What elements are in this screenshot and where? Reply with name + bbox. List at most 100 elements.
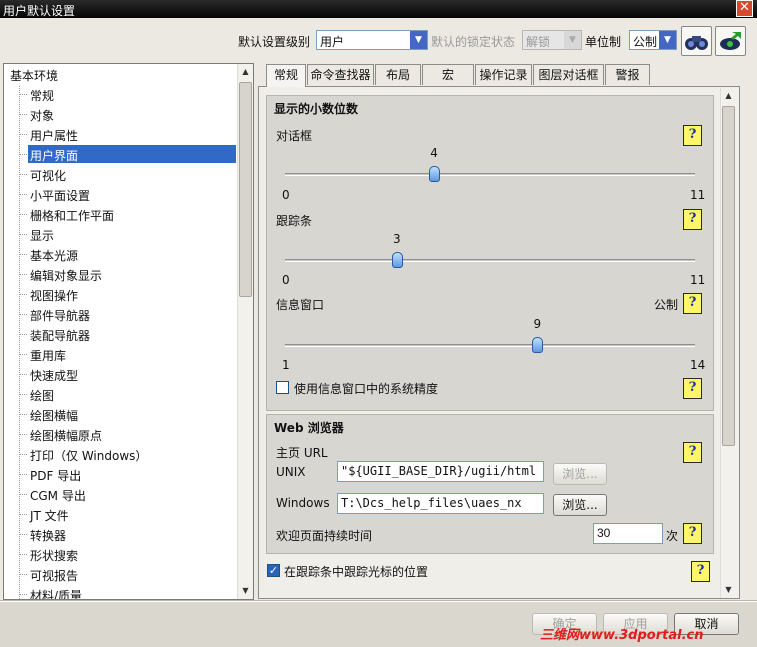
slider-value: 4 [430, 146, 438, 160]
tree-item-label: 可视报告 [30, 569, 79, 583]
tree-scroll-thumb[interactable] [239, 82, 252, 297]
unix-browse-button[interactable]: 浏览... [553, 463, 607, 485]
welcome-duration-input[interactable]: 30 [593, 523, 663, 544]
scroll-up-icon[interactable]: ▲ [721, 88, 736, 104]
slider-max-label: 11 [690, 273, 706, 287]
tab-general[interactable]: 常规 [266, 64, 306, 87]
chevron-down-icon: ▼ [410, 31, 427, 49]
panel-scrollbar[interactable]: ▲ ▼ [720, 88, 738, 598]
tab-layout[interactable]: 布局 [375, 64, 421, 85]
dialog-decimals-slider[interactable]: 4 [285, 146, 695, 190]
manage-defaults-button[interactable] [715, 26, 746, 56]
decimal-places-group: 显示的小数位数 对话框 ? 4 0 11 跟踪条 ? 3 0 11 信息窗口 公… [266, 95, 714, 411]
tab-panel-general: 显示的小数位数 对话框 ? 4 0 11 跟踪条 ? 3 0 11 信息窗口 公… [258, 86, 740, 599]
scroll-down-icon[interactable]: ▼ [721, 582, 736, 598]
help-icon[interactable]: ? [683, 293, 702, 314]
unit-system-select[interactable]: 公制 ▼ [629, 30, 677, 50]
decimal-places-title: 显示的小数位数 [274, 102, 359, 116]
tree-item-label: 材料/质量 [30, 589, 83, 600]
tree-item[interactable]: 材料/质量 [4, 584, 238, 600]
tree-item[interactable]: 打印（仅 Windows） [4, 444, 238, 464]
system-precision-checkbox[interactable] [276, 381, 289, 394]
tree-item-label: 用户界面 [28, 145, 236, 163]
slider-min-label: 0 [282, 273, 290, 287]
tree-connector [19, 574, 27, 575]
tree-item[interactable]: 重用库 [4, 344, 238, 364]
help-icon[interactable]: ? [691, 561, 710, 582]
tree-item[interactable]: 用户属性 [4, 124, 238, 144]
tree-item[interactable]: CGM 导出 [4, 484, 238, 504]
tree-item[interactable]: 形状搜索 [4, 544, 238, 564]
tab-alerts[interactable]: 警报 [605, 64, 650, 85]
help-icon[interactable]: ? [683, 125, 702, 146]
defaults-level-select[interactable]: 用户 ▼ [316, 30, 428, 50]
tree-item-label: PDF 导出 [30, 469, 82, 483]
tab-journal[interactable]: 操作记录 [475, 64, 532, 85]
tree-item-label: 绘图横幅 [30, 409, 79, 423]
tree-connector [19, 114, 27, 115]
tree-item[interactable]: 绘图 [4, 384, 238, 404]
tree-item[interactable]: 视图操作 [4, 284, 238, 304]
tree-connector [19, 354, 27, 355]
slider-thumb[interactable] [391, 252, 403, 268]
windows-browse-button[interactable]: 浏览... [553, 494, 607, 516]
tree-item[interactable]: 转换器 [4, 524, 238, 544]
tree-item-label: 编辑对象显示 [30, 269, 103, 283]
help-icon[interactable]: ? [683, 442, 702, 463]
info-window-decimals-slider[interactable]: 9 [285, 317, 695, 361]
track-cursor-checkbox[interactable]: ✓ [267, 564, 280, 577]
tree-item[interactable]: 可视报告 [4, 564, 238, 584]
tree-connector [19, 94, 27, 95]
tree-item[interactable]: PDF 导出 [4, 464, 238, 484]
tree-item[interactable]: 显示 [4, 224, 238, 244]
tree-item-label: 用户属性 [30, 129, 79, 143]
help-icon[interactable]: ? [683, 523, 702, 544]
windows-url-label: Windows [276, 496, 330, 510]
tree-item[interactable]: 可视化 [4, 164, 238, 184]
window-title: 用户默认设置 [3, 4, 76, 18]
tree-item-label: 转换器 [30, 529, 67, 543]
tracker-decimals-slider[interactable]: 3 [285, 232, 695, 276]
tab-macro[interactable]: 宏 [422, 64, 474, 85]
unix-url-input[interactable]: "${UGII_BASE_DIR}/ugii/html [337, 461, 544, 482]
tree-item[interactable]: 绘图横幅原点 [4, 424, 238, 444]
tree-connector [19, 194, 27, 195]
tree-connector [19, 314, 27, 315]
tree-item[interactable]: 用户界面 [4, 144, 238, 164]
category-tree[interactable]: 基本环境 常规 对象用户属性用户界面 可视化 小平面设置 栅格和工作平面 显示基本光源编辑对… [3, 63, 254, 600]
panel-scroll-thumb[interactable] [722, 106, 735, 446]
tree-item[interactable]: 对象 [4, 104, 238, 124]
tree-root[interactable]: 基本环境 [4, 64, 238, 84]
close-icon[interactable]: ✕ [736, 0, 753, 17]
tree-item[interactable]: 常规 [4, 84, 238, 104]
tree-item[interactable]: 装配导航器 [4, 324, 238, 344]
tree-connector [19, 214, 27, 215]
slider-thumb[interactable] [532, 337, 544, 353]
scroll-down-icon[interactable]: ▼ [238, 583, 253, 599]
tree-item[interactable]: 小平面设置 [4, 184, 238, 204]
info-window-decimals-label: 信息窗口 [276, 298, 325, 312]
tree-scrollbar[interactable]: ▲ ▼ [237, 64, 253, 599]
tab-layer-dialog[interactable]: 图层对话框 [533, 64, 604, 85]
help-icon[interactable]: ? [683, 378, 702, 399]
tree-item[interactable]: 栅格和工作平面 [4, 204, 238, 224]
tree-item[interactable]: 编辑对象显示 [4, 264, 238, 284]
unix-url-label: UNIX [276, 465, 306, 479]
tree-item[interactable]: JT 文件 [4, 504, 238, 524]
find-default-button[interactable] [681, 26, 712, 56]
tree-item[interactable]: 部件导航器 [4, 304, 238, 324]
tree-connector [19, 414, 27, 415]
divider [0, 600, 757, 602]
slider-max-label: 11 [690, 188, 706, 202]
tree-item-label: 基本光源 [30, 249, 79, 263]
help-icon[interactable]: ? [683, 209, 702, 230]
tree-item[interactable]: 绘图横幅 [4, 404, 238, 424]
tab-command-finder[interactable]: 命令查找器 [307, 64, 374, 85]
tree-item[interactable]: 基本光源 [4, 244, 238, 264]
lock-state-select[interactable]: 解锁 ▼ [522, 30, 582, 50]
tree-item[interactable]: 快速成型 [4, 364, 238, 384]
windows-url-input[interactable]: T:\Dcs_help_files\uaes_nx [337, 493, 544, 514]
slider-min-label: 1 [282, 358, 290, 372]
slider-thumb[interactable] [429, 166, 441, 182]
scroll-up-icon[interactable]: ▲ [238, 64, 253, 80]
